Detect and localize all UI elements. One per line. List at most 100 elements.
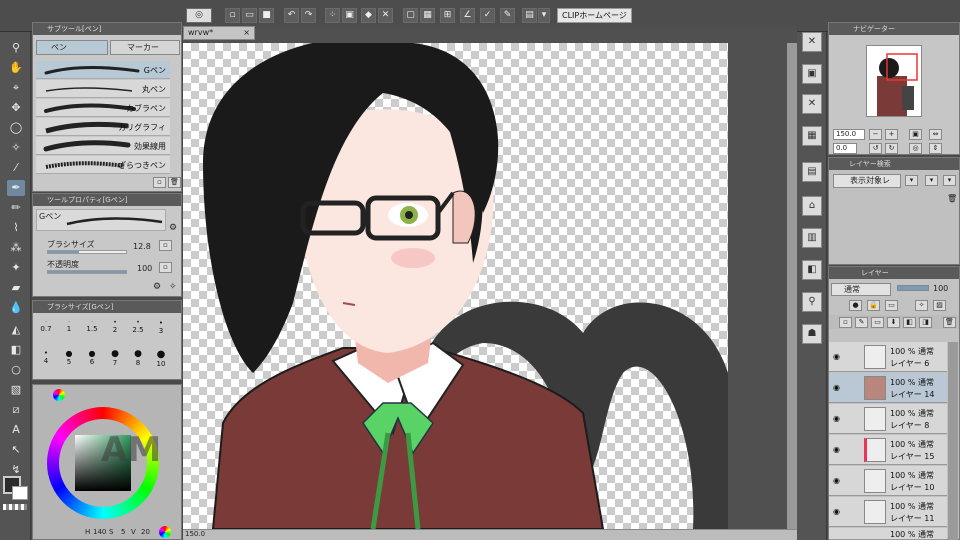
- zoom-in-icon[interactable]: +: [885, 129, 898, 140]
- merge-down-icon[interactable]: ⬇: [887, 317, 900, 328]
- navigator-preview[interactable]: [866, 45, 922, 117]
- size-preset[interactable]: · 1: [58, 319, 80, 333]
- sub-view-icon[interactable]: ▤: [802, 162, 822, 182]
- zoom-out-icon[interactable]: −: [869, 129, 882, 140]
- filter-option-icon[interactable]: ▾: [943, 175, 956, 186]
- brush-item-calligraphy[interactable]: カリグラフィ: [36, 118, 170, 136]
- new-raster-layer-icon[interactable]: ▫: [839, 317, 852, 328]
- undo-icon[interactable]: ↶: [284, 8, 299, 23]
- save-icon[interactable]: ■: [259, 8, 274, 23]
- size-preset[interactable]: • 2: [104, 319, 126, 334]
- clip-home-button[interactable]: CLIPホームページ: [557, 8, 632, 23]
- selection-icon[interactable]: ◯: [7, 120, 25, 136]
- move-layer-icon[interactable]: ✥: [7, 100, 25, 116]
- size-preset[interactable]: • 4: [35, 349, 57, 365]
- ruler-tool-icon[interactable]: ⧄: [7, 402, 25, 418]
- gradient-icon[interactable]: ◧: [7, 342, 25, 358]
- layer-property-icon[interactable]: ▣: [802, 64, 822, 84]
- clip-studio-icon[interactable]: ◎: [186, 8, 212, 23]
- transparent-color-swatch[interactable]: [3, 504, 27, 510]
- drawing-canvas[interactable]: [183, 43, 728, 529]
- vertical-scrollbar[interactable]: [787, 43, 797, 529]
- filter-type-icon[interactable]: ▾: [905, 175, 918, 186]
- airbrush-icon[interactable]: ⁂: [7, 240, 25, 256]
- auto-select-icon[interactable]: ✧: [7, 140, 25, 156]
- navigator-zoom[interactable]: 150.0: [833, 129, 865, 140]
- size-preset[interactable]: • 3: [150, 319, 172, 335]
- sub-color-swatch[interactable]: [12, 486, 28, 500]
- pencil-icon[interactable]: ✏: [7, 200, 25, 216]
- layer-row[interactable]: ◉ 100 % 通常 レイヤー 11: [829, 497, 947, 527]
- size-preset[interactable]: ● 8: [127, 349, 149, 367]
- brush-item-effect-line[interactable]: 効果線用: [36, 137, 170, 155]
- hand-icon[interactable]: ✋: [7, 60, 25, 76]
- apply-mask-icon[interactable]: ◨: [919, 317, 932, 328]
- close-icon[interactable]: ×: [243, 27, 250, 39]
- pen-check-icon[interactable]: ✓: [480, 8, 495, 23]
- opacity-dynamics-icon[interactable]: ▫: [159, 262, 172, 273]
- visibility-icon[interactable]: ◉: [833, 414, 840, 423]
- visibility-icon[interactable]: ◉: [833, 445, 840, 454]
- layer-row[interactable]: ◉ 100 % 通常 レイヤー 15: [829, 435, 947, 465]
- add-subtool-icon[interactable]: ▫: [153, 177, 166, 188]
- history-icon[interactable]: ⌂: [802, 196, 822, 216]
- flip-icon[interactable]: ⇔: [929, 129, 942, 140]
- fit-window-icon[interactable]: ▣: [909, 129, 922, 140]
- redo-icon[interactable]: ↷: [301, 8, 316, 23]
- size-preset[interactable]: · 0.7: [35, 319, 57, 333]
- blend-mode-select[interactable]: 通常: [831, 283, 891, 296]
- layer-row[interactable]: ◉ 100 % 通常 レイヤー 6: [829, 342, 947, 372]
- text-icon[interactable]: A: [7, 422, 25, 438]
- visibility-icon[interactable]: ◉: [833, 352, 840, 361]
- trash-icon[interactable]: 🗑: [168, 177, 181, 188]
- fill-icon[interactable]: ◆: [361, 8, 376, 23]
- size-preset[interactable]: ● 6: [81, 349, 103, 366]
- fill-bucket-icon[interactable]: ◭: [7, 322, 25, 338]
- chevron-down-icon[interactable]: ▾: [538, 8, 550, 23]
- visibility-icon[interactable]: ◉: [833, 383, 840, 392]
- pose-icon[interactable]: ☗: [802, 324, 822, 344]
- layer-row[interactable]: ◉ 100 % 通常 レイヤー 8: [829, 404, 947, 434]
- brush-item-kabura[interactable]: カブラペン: [36, 99, 170, 117]
- rotate-left-icon[interactable]: ↺: [869, 143, 882, 154]
- pen-icon[interactable]: ✒: [7, 180, 25, 196]
- display-mode-icon[interactable]: ▤: [522, 8, 537, 23]
- tab-marker[interactable]: マーカー: [110, 40, 180, 55]
- rotate-right-icon[interactable]: ↻: [885, 143, 898, 154]
- layer-opacity-slider[interactable]: [897, 285, 929, 291]
- layer-search-filter[interactable]: 表示対象レ: [833, 174, 901, 188]
- new-file-icon[interactable]: ▫: [225, 8, 240, 23]
- layer-opacity-value[interactable]: 100: [933, 284, 948, 293]
- trash-icon[interactable]: 🗑: [947, 194, 957, 203]
- color-set-icon[interactable]: ◧: [802, 260, 822, 280]
- brush-size-slider[interactable]: [47, 250, 127, 254]
- open-file-icon[interactable]: ▭: [242, 8, 257, 23]
- layer-search-icon[interactable]: ✕: [802, 94, 822, 114]
- filter-color-icon[interactable]: ▾: [925, 175, 938, 186]
- image-material-icon[interactable]: ▥: [802, 228, 822, 248]
- snap-icon[interactable]: ⊞: [440, 8, 455, 23]
- size-preset[interactable]: • 2.5: [127, 319, 149, 334]
- color-wheel-mode-icon[interactable]: [159, 526, 171, 538]
- layer-row[interactable]: ◉ 100 % 通常 レイヤー 14: [829, 373, 947, 403]
- size-preset[interactable]: ● 7: [104, 349, 126, 367]
- color-sample-icon[interactable]: ✎: [500, 8, 515, 23]
- material-icon[interactable]: ✕: [802, 32, 822, 52]
- new-vector-layer-icon[interactable]: ✎: [855, 317, 868, 328]
- size-preset[interactable]: ● 10: [150, 349, 172, 368]
- ruler-icon[interactable]: ∠: [460, 8, 475, 23]
- visibility-icon[interactable]: ◉: [833, 476, 840, 485]
- crop-icon[interactable]: ▢: [403, 8, 418, 23]
- draft-layer-icon[interactable]: ▨: [933, 300, 946, 311]
- layer-mask-icon[interactable]: ◧: [903, 317, 916, 328]
- size-preset[interactable]: ● 5: [58, 349, 80, 366]
- operation-icon[interactable]: ⌖: [7, 80, 25, 96]
- brush-item-gpen[interactable]: Gペン: [36, 61, 170, 79]
- eyedropper-icon[interactable]: ⁄: [7, 160, 25, 176]
- canvas-zoom[interactable]: 150.0: [185, 530, 205, 538]
- reference-layer-icon[interactable]: ✧: [915, 300, 928, 311]
- flip-vertical-icon[interactable]: ⇕: [929, 143, 942, 154]
- clipping-icon[interactable]: ▭: [885, 300, 898, 311]
- canvas-tab[interactable]: wrvw* ×: [183, 26, 255, 40]
- wrench-icon[interactable]: ⚙: [169, 223, 177, 233]
